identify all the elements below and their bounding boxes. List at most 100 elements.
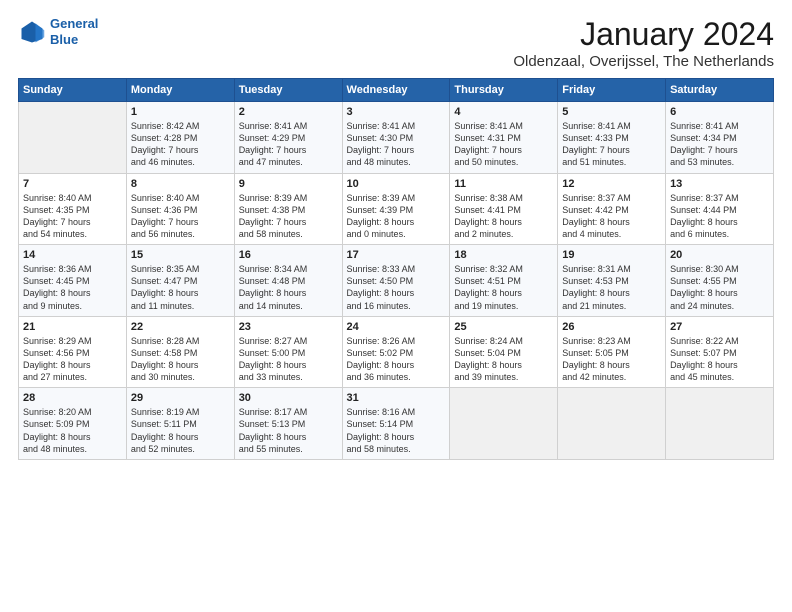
day-number: 6: [670, 106, 769, 118]
day-number: 15: [131, 249, 230, 261]
header: General Blue January 2024 Oldenzaal, Ove…: [18, 16, 774, 70]
calendar-cell: [19, 102, 127, 174]
calendar-cell: 18Sunrise: 8:32 AMSunset: 4:51 PMDayligh…: [450, 245, 558, 317]
calendar-cell: 15 Sunrise: 8:35 AMSunset: 4:47 PMDayligh…: [126, 245, 234, 317]
cell-info: Sunrise: 8:29 AMSunset: 4:56 PMDaylight:…: [23, 335, 122, 384]
day-number: 13: [670, 178, 769, 190]
cell-info: Sunrise: 8:41 AMSunset: 4:34 PMDaylight:…: [670, 120, 769, 169]
calendar-cell: [450, 388, 558, 460]
calendar-cell: 26Sunrise: 8:23 AMSunset: 5:05 PMDayligh…: [558, 316, 666, 388]
day-number: 22: [131, 321, 230, 333]
cell-info: Sunrise: 8:27 AMSunset: 5:00 PMDaylight:…: [239, 335, 338, 384]
day-number: 21: [23, 321, 122, 333]
calendar-cell: 4Sunrise: 8:41 AMSunset: 4:31 PMDaylight…: [450, 102, 558, 174]
cell-info: Sunrise: 8:24 AMSunset: 5:04 PMDaylight:…: [454, 335, 553, 384]
day-number: 23: [239, 321, 338, 333]
calendar-cell: 30 Sunrise: 8:17 AMSunset: 5:13 PMDayligh…: [234, 388, 342, 460]
col-saturday: Saturday: [666, 79, 774, 102]
cell-info: Sunrise: 8:41 AMSunset: 4:33 PMDaylight:…: [562, 120, 661, 169]
calendar-cell: 1 Sunrise: 8:42 AMSunset: 4:28 PMDaylight…: [126, 102, 234, 174]
calendar-cell: 5 Sunrise: 8:41 AMSunset: 4:33 PMDaylight…: [558, 102, 666, 174]
day-number: 2: [239, 106, 338, 118]
calendar-cell: 16 Sunrise: 8:34 AMSunset: 4:48 PMDayligh…: [234, 245, 342, 317]
calendar-cell: 10Sunrise: 8:39 AMSunset: 4:39 PMDayligh…: [342, 173, 450, 245]
page: General Blue January 2024 Oldenzaal, Ove…: [0, 0, 792, 612]
cell-info: Sunrise: 8:40 AMSunset: 4:36 PMDaylight:…: [131, 192, 230, 241]
cell-info: Sunrise: 8:40 AMSunset: 4:35 PMDaylight:…: [23, 192, 122, 241]
cell-info: Sunrise: 8:16 AMSunset: 5:14 PMDaylight:…: [347, 406, 446, 455]
day-number: 16: [239, 249, 338, 261]
calendar-cell: 27 Sunrise: 8:22 AMSunset: 5:07 PMDayligh…: [666, 316, 774, 388]
day-number: 29: [131, 392, 230, 404]
calendar-cell: 9 Sunrise: 8:39 AMSunset: 4:38 PMDaylight…: [234, 173, 342, 245]
cell-info: Sunrise: 8:26 AMSunset: 5:02 PMDaylight:…: [347, 335, 446, 384]
col-tuesday: Tuesday: [234, 79, 342, 102]
calendar-cell: 28Sunrise: 8:20 AMSunset: 5:09 PMDayligh…: [19, 388, 127, 460]
logo-line1: General: [50, 16, 98, 31]
calendar-cell: 17 Sunrise: 8:33 AMSunset: 4:50 PMDayligh…: [342, 245, 450, 317]
week-row-2: 7 Sunrise: 8:40 AMSunset: 4:35 PMDaylight…: [19, 173, 774, 245]
cell-info: Sunrise: 8:39 AMSunset: 4:39 PMDaylight:…: [347, 192, 446, 241]
cell-info: Sunrise: 8:34 AMSunset: 4:48 PMDaylight:…: [239, 263, 338, 312]
subtitle: Oldenzaal, Overijssel, The Netherlands: [513, 53, 774, 70]
logo-line2: Blue: [50, 32, 78, 47]
col-sunday: Sunday: [19, 79, 127, 102]
calendar-cell: 11Sunrise: 8:38 AMSunset: 4:41 PMDayligh…: [450, 173, 558, 245]
cell-info: Sunrise: 8:22 AMSunset: 5:07 PMDaylight:…: [670, 335, 769, 384]
cell-info: Sunrise: 8:31 AMSunset: 4:53 PMDaylight:…: [562, 263, 661, 312]
main-title: January 2024: [513, 16, 774, 53]
day-number: 24: [347, 321, 446, 333]
logo-icon: [18, 18, 46, 46]
calendar-cell: 31 Sunrise: 8:16 AMSunset: 5:14 PMDayligh…: [342, 388, 450, 460]
day-number: 4: [454, 106, 553, 118]
day-number: 25: [454, 321, 553, 333]
day-number: 17: [347, 249, 446, 261]
cell-info: Sunrise: 8:23 AMSunset: 5:05 PMDaylight:…: [562, 335, 661, 384]
calendar-cell: 21 Sunrise: 8:29 AMSunset: 4:56 PMDayligh…: [19, 316, 127, 388]
calendar-cell: 7 Sunrise: 8:40 AMSunset: 4:35 PMDaylight…: [19, 173, 127, 245]
calendar-cell: 3Sunrise: 8:41 AMSunset: 4:30 PMDaylight…: [342, 102, 450, 174]
logo: General Blue: [18, 16, 98, 47]
day-number: 30: [239, 392, 338, 404]
cell-info: Sunrise: 8:35 AMSunset: 4:47 PMDaylight:…: [131, 263, 230, 312]
day-number: 20: [670, 249, 769, 261]
day-number: 8: [131, 178, 230, 190]
day-number: 3: [347, 106, 446, 118]
week-row-1: 1 Sunrise: 8:42 AMSunset: 4:28 PMDaylight…: [19, 102, 774, 174]
week-row-5: 28Sunrise: 8:20 AMSunset: 5:09 PMDayligh…: [19, 388, 774, 460]
calendar-cell: 14Sunrise: 8:36 AMSunset: 4:45 PMDayligh…: [19, 245, 127, 317]
header-row: Sunday Monday Tuesday Wednesday Thursday…: [19, 79, 774, 102]
day-number: 31: [347, 392, 446, 404]
week-row-3: 14Sunrise: 8:36 AMSunset: 4:45 PMDayligh…: [19, 245, 774, 317]
calendar-cell: 22 Sunrise: 8:28 AMSunset: 4:58 PMDayligh…: [126, 316, 234, 388]
cell-info: Sunrise: 8:20 AMSunset: 5:09 PMDaylight:…: [23, 406, 122, 455]
calendar-cell: 8 Sunrise: 8:40 AMSunset: 4:36 PMDaylight…: [126, 173, 234, 245]
day-number: 11: [454, 178, 553, 190]
calendar-cell: 23 Sunrise: 8:27 AMSunset: 5:00 PMDayligh…: [234, 316, 342, 388]
col-wednesday: Wednesday: [342, 79, 450, 102]
calendar-cell: [558, 388, 666, 460]
calendar-cell: [666, 388, 774, 460]
calendar-header: Sunday Monday Tuesday Wednesday Thursday…: [19, 79, 774, 102]
day-number: 5: [562, 106, 661, 118]
cell-info: Sunrise: 8:32 AMSunset: 4:51 PMDaylight:…: [454, 263, 553, 312]
col-thursday: Thursday: [450, 79, 558, 102]
cell-info: Sunrise: 8:41 AMSunset: 4:29 PMDaylight:…: [239, 120, 338, 169]
calendar-cell: 12Sunrise: 8:37 AMSunset: 4:42 PMDayligh…: [558, 173, 666, 245]
day-number: 7: [23, 178, 122, 190]
cell-info: Sunrise: 8:33 AMSunset: 4:50 PMDaylight:…: [347, 263, 446, 312]
day-number: 27: [670, 321, 769, 333]
cell-info: Sunrise: 8:19 AMSunset: 5:11 PMDaylight:…: [131, 406, 230, 455]
day-number: 1: [131, 106, 230, 118]
cell-info: Sunrise: 8:39 AMSunset: 4:38 PMDaylight:…: [239, 192, 338, 241]
calendar-cell: 2 Sunrise: 8:41 AMSunset: 4:29 PMDaylight…: [234, 102, 342, 174]
cell-info: Sunrise: 8:28 AMSunset: 4:58 PMDaylight:…: [131, 335, 230, 384]
cell-info: Sunrise: 8:42 AMSunset: 4:28 PMDaylight:…: [131, 120, 230, 169]
day-number: 9: [239, 178, 338, 190]
day-number: 19: [562, 249, 661, 261]
calendar-cell: 13 Sunrise: 8:37 AMSunset: 4:44 PMDayligh…: [666, 173, 774, 245]
col-friday: Friday: [558, 79, 666, 102]
cell-info: Sunrise: 8:17 AMSunset: 5:13 PMDaylight:…: [239, 406, 338, 455]
cell-info: Sunrise: 8:37 AMSunset: 4:44 PMDaylight:…: [670, 192, 769, 241]
calendar-body: 1 Sunrise: 8:42 AMSunset: 4:28 PMDaylight…: [19, 102, 774, 460]
